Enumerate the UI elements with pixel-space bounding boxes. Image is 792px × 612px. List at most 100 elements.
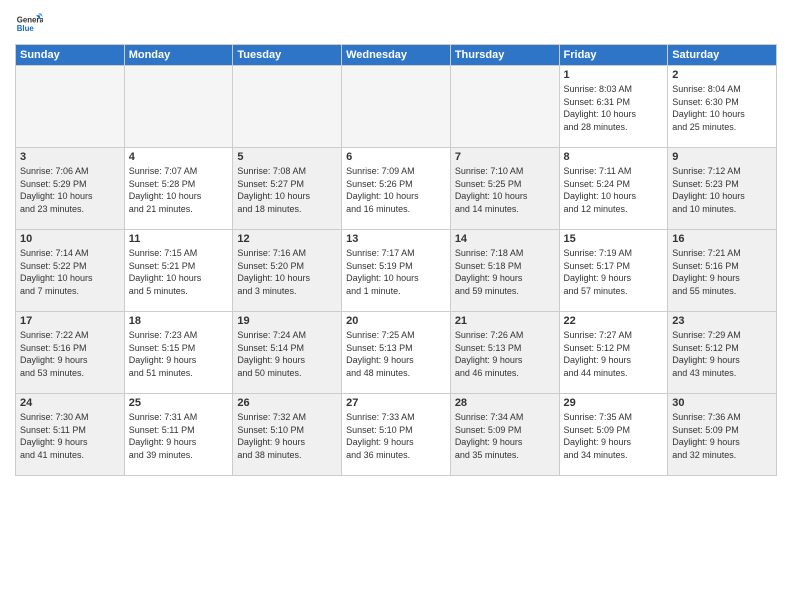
cell-text-line: Sunset: 5:24 PM: [564, 178, 664, 191]
cell-text-line: Sunrise: 7:36 AM: [672, 411, 772, 424]
cell-text-line: Sunset: 5:18 PM: [455, 260, 555, 273]
cell-text-line: and 28 minutes.: [564, 121, 664, 134]
cell-text-line: Daylight: 10 hours: [672, 190, 772, 203]
cell-text-line: Sunrise: 7:08 AM: [237, 165, 337, 178]
cell-text-line: and 23 minutes.: [20, 203, 120, 216]
cell-text-line: Sunrise: 7:34 AM: [455, 411, 555, 424]
cell-text-line: Daylight: 9 hours: [455, 354, 555, 367]
cell-text-line: Daylight: 10 hours: [564, 108, 664, 121]
cell-text-line: Sunset: 5:28 PM: [129, 178, 229, 191]
weekday-header-cell: Monday: [124, 45, 233, 66]
calendar-cell: 29Sunrise: 7:35 AMSunset: 5:09 PMDayligh…: [559, 394, 668, 476]
cell-text-line: Sunrise: 7:17 AM: [346, 247, 446, 260]
day-number: 30: [672, 397, 772, 409]
calendar-cell: 3 Sunrise: 7:06 AMSunset: 5:29 PMDaylight…: [16, 148, 125, 230]
calendar-cell: 18Sunrise: 7:23 AMSunset: 5:15 PMDayligh…: [124, 312, 233, 394]
day-number: 1: [564, 69, 664, 81]
cell-text-line: Daylight: 10 hours: [672, 108, 772, 121]
cell-text-line: Daylight: 10 hours: [564, 190, 664, 203]
cell-text-line: and 48 minutes.: [346, 367, 446, 380]
weekday-header-cell: Sunday: [16, 45, 125, 66]
cell-text-line: Sunrise: 7:10 AM: [455, 165, 555, 178]
day-number: 7: [455, 151, 555, 163]
calendar-cell: 17Sunrise: 7:22 AMSunset: 5:16 PMDayligh…: [16, 312, 125, 394]
day-number: 8: [564, 151, 664, 163]
cell-text-line: Sunrise: 7:09 AM: [346, 165, 446, 178]
cell-text-line: Daylight: 9 hours: [20, 436, 120, 449]
cell-text-line: Sunset: 5:09 PM: [455, 424, 555, 437]
logo-icon: General Blue: [15, 10, 43, 38]
calendar-cell: [124, 66, 233, 148]
cell-text-line: Daylight: 10 hours: [20, 272, 120, 285]
cell-text-line: Sunset: 5:12 PM: [672, 342, 772, 355]
calendar-cell: 20Sunrise: 7:25 AMSunset: 5:13 PMDayligh…: [342, 312, 451, 394]
cell-text-line: Daylight: 10 hours: [20, 190, 120, 203]
calendar-week-row: 24Sunrise: 7:30 AMSunset: 5:11 PMDayligh…: [16, 394, 777, 476]
cell-text-line: and 39 minutes.: [129, 449, 229, 462]
cell-text-line: Sunset: 5:11 PM: [20, 424, 120, 437]
cell-text-line: and 18 minutes.: [237, 203, 337, 216]
cell-text-line: Sunrise: 7:25 AM: [346, 329, 446, 342]
day-number: 10: [20, 233, 120, 245]
cell-text-line: Sunset: 5:19 PM: [346, 260, 446, 273]
calendar-cell: 22Sunrise: 7:27 AMSunset: 5:12 PMDayligh…: [559, 312, 668, 394]
cell-text-line: Sunset: 5:15 PM: [129, 342, 229, 355]
cell-text-line: Sunset: 5:22 PM: [20, 260, 120, 273]
day-number: 27: [346, 397, 446, 409]
calendar-cell: [342, 66, 451, 148]
calendar-cell: 10Sunrise: 7:14 AMSunset: 5:22 PMDayligh…: [16, 230, 125, 312]
cell-text-line: and 43 minutes.: [672, 367, 772, 380]
cell-text-line: Sunrise: 7:11 AM: [564, 165, 664, 178]
calendar-cell: 11Sunrise: 7:15 AMSunset: 5:21 PMDayligh…: [124, 230, 233, 312]
cell-text-line: Sunrise: 7:06 AM: [20, 165, 120, 178]
cell-text-line: Daylight: 10 hours: [237, 190, 337, 203]
day-number: 18: [129, 315, 229, 327]
cell-text-line: Sunset: 5:29 PM: [20, 178, 120, 191]
cell-text-line: Sunrise: 7:15 AM: [129, 247, 229, 260]
cell-text-line: and 16 minutes.: [346, 203, 446, 216]
calendar-cell: 30Sunrise: 7:36 AMSunset: 5:09 PMDayligh…: [668, 394, 777, 476]
calendar-cell: [16, 66, 125, 148]
weekday-header-cell: Thursday: [450, 45, 559, 66]
cell-text-line: Daylight: 10 hours: [346, 190, 446, 203]
cell-text-line: Daylight: 10 hours: [455, 190, 555, 203]
cell-text-line: Sunset: 5:21 PM: [129, 260, 229, 273]
cell-text-line: and 51 minutes.: [129, 367, 229, 380]
calendar-cell: 16Sunrise: 7:21 AMSunset: 5:16 PMDayligh…: [668, 230, 777, 312]
cell-text-line: Sunset: 5:13 PM: [455, 342, 555, 355]
cell-text-line: Sunrise: 7:35 AM: [564, 411, 664, 424]
cell-text-line: and 59 minutes.: [455, 285, 555, 298]
cell-text-line: Daylight: 9 hours: [564, 436, 664, 449]
calendar-cell: 25Sunrise: 7:31 AMSunset: 5:11 PMDayligh…: [124, 394, 233, 476]
cell-text-line: Sunset: 5:16 PM: [672, 260, 772, 273]
day-number: 3: [20, 151, 120, 163]
cell-text-line: Sunrise: 7:07 AM: [129, 165, 229, 178]
cell-text-line: Sunrise: 7:30 AM: [20, 411, 120, 424]
cell-text-line: Sunrise: 7:21 AM: [672, 247, 772, 260]
cell-text-line: Daylight: 9 hours: [672, 272, 772, 285]
cell-text-line: and 5 minutes.: [129, 285, 229, 298]
cell-text-line: Daylight: 9 hours: [129, 436, 229, 449]
cell-text-line: Sunset: 5:13 PM: [346, 342, 446, 355]
calendar-cell: 21Sunrise: 7:26 AMSunset: 5:13 PMDayligh…: [450, 312, 559, 394]
cell-text-line: Daylight: 9 hours: [237, 436, 337, 449]
calendar-cell: 15Sunrise: 7:19 AMSunset: 5:17 PMDayligh…: [559, 230, 668, 312]
cell-text-line: and 21 minutes.: [129, 203, 229, 216]
calendar-cell: 1Sunrise: 8:03 AMSunset: 6:31 PMDaylight…: [559, 66, 668, 148]
calendar-cell: 12Sunrise: 7:16 AMSunset: 5:20 PMDayligh…: [233, 230, 342, 312]
cell-text-line: and 7 minutes.: [20, 285, 120, 298]
day-number: 5: [237, 151, 337, 163]
day-number: 13: [346, 233, 446, 245]
cell-text-line: and 32 minutes.: [672, 449, 772, 462]
calendar-cell: 13Sunrise: 7:17 AMSunset: 5:19 PMDayligh…: [342, 230, 451, 312]
calendar-week-row: 1Sunrise: 8:03 AMSunset: 6:31 PMDaylight…: [16, 66, 777, 148]
day-number: 12: [237, 233, 337, 245]
weekday-header-cell: Wednesday: [342, 45, 451, 66]
calendar-cell: 28Sunrise: 7:34 AMSunset: 5:09 PMDayligh…: [450, 394, 559, 476]
cell-text-line: Daylight: 9 hours: [564, 272, 664, 285]
cell-text-line: and 44 minutes.: [564, 367, 664, 380]
cell-text-line: Daylight: 9 hours: [346, 436, 446, 449]
calendar-week-row: 17Sunrise: 7:22 AMSunset: 5:16 PMDayligh…: [16, 312, 777, 394]
calendar-cell: 26Sunrise: 7:32 AMSunset: 5:10 PMDayligh…: [233, 394, 342, 476]
cell-text-line: Sunset: 5:17 PM: [564, 260, 664, 273]
